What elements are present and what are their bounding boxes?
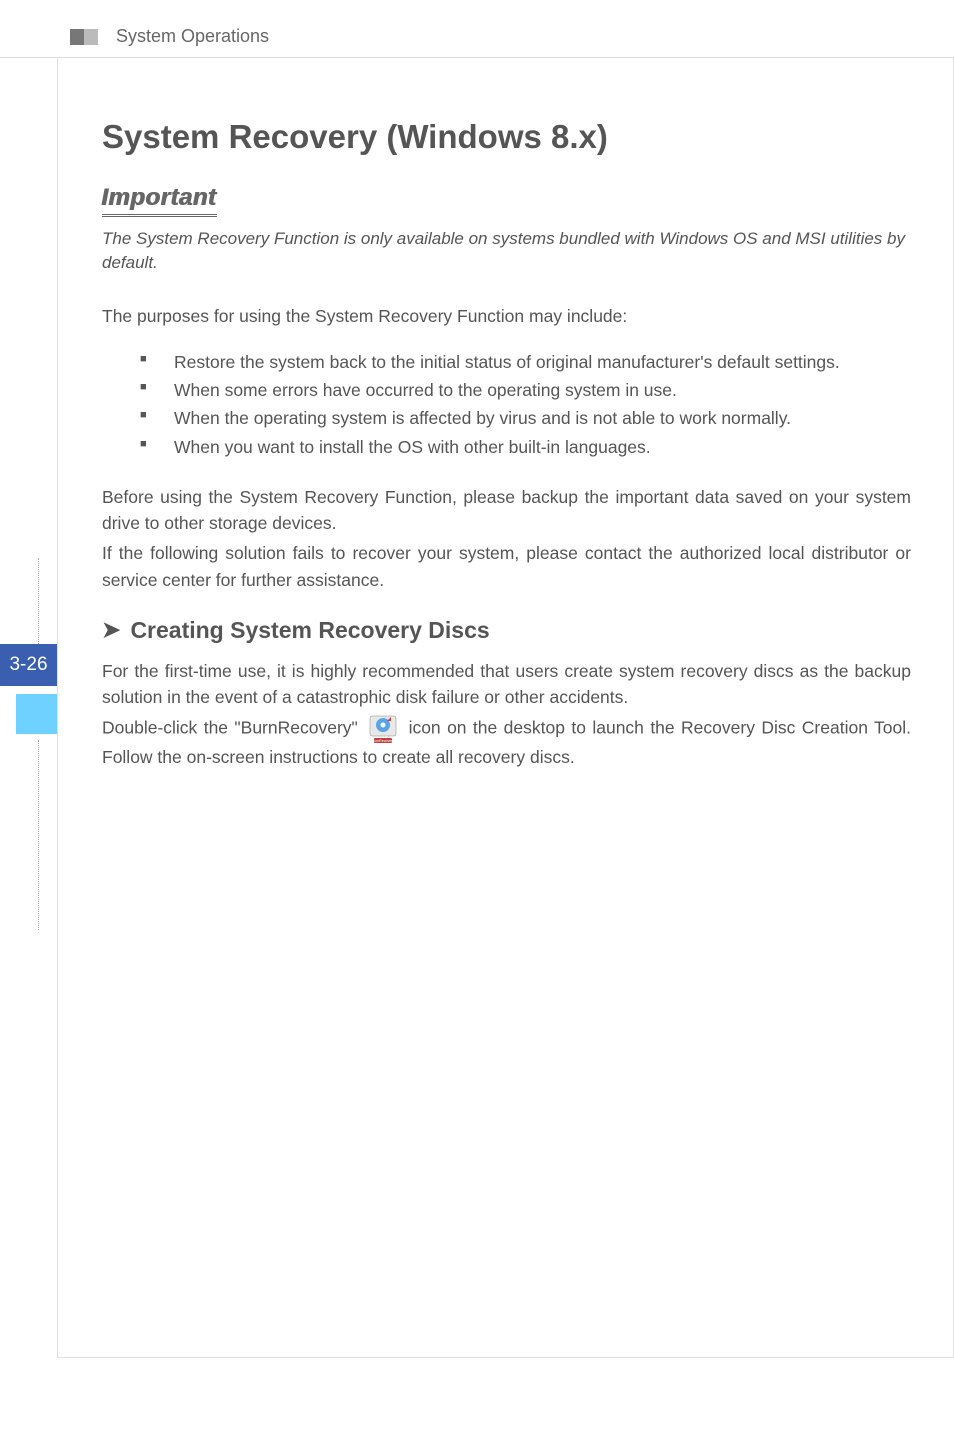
page-number-tab: 3-26: [0, 644, 57, 686]
backup-warning: Before using the System Recovery Functio…: [102, 484, 911, 537]
sub-heading: Creating System Recovery Discs: [130, 617, 489, 644]
important-note: The System Recovery Function is only ava…: [102, 227, 911, 275]
list-item: When the operating system is affected by…: [140, 405, 911, 431]
first-time-text: For the first-time use, it is highly rec…: [102, 658, 911, 711]
instruction-prefix: Double-click the "BurnRecovery": [102, 718, 358, 738]
fallback-note: If the following solution fails to recov…: [102, 540, 911, 593]
header-marker-icon: [70, 29, 98, 45]
decorative-dotted-line: [38, 740, 39, 930]
decorative-blue-square: [16, 694, 57, 734]
page-body: System Recovery (Windows 8.x) Important …: [57, 58, 954, 1358]
list-item: Restore the system back to the initial s…: [140, 349, 911, 375]
page-header: System Operations: [0, 0, 954, 58]
burnrecovery-icon: BurnRecovery: [368, 714, 398, 744]
list-item: When some errors have occurred to the op…: [140, 377, 911, 403]
intro-paragraph: The purposes for using the System Recove…: [102, 303, 911, 329]
section-title: System Operations: [116, 26, 269, 47]
decorative-dotted-line: [38, 558, 39, 644]
double-click-instruction: Double-click the "BurnRecovery" BurnReco…: [102, 714, 911, 770]
sub-heading-row: ➤ Creating System Recovery Discs: [102, 617, 911, 644]
main-heading: System Recovery (Windows 8.x): [102, 118, 911, 156]
list-item: When you want to install the OS with oth…: [140, 434, 911, 460]
purposes-list: Restore the system back to the initial s…: [140, 349, 911, 460]
important-label: Important: [102, 184, 217, 217]
chevron-right-icon: ➤: [102, 617, 120, 643]
svg-text:BurnRecovery: BurnRecovery: [372, 739, 394, 743]
